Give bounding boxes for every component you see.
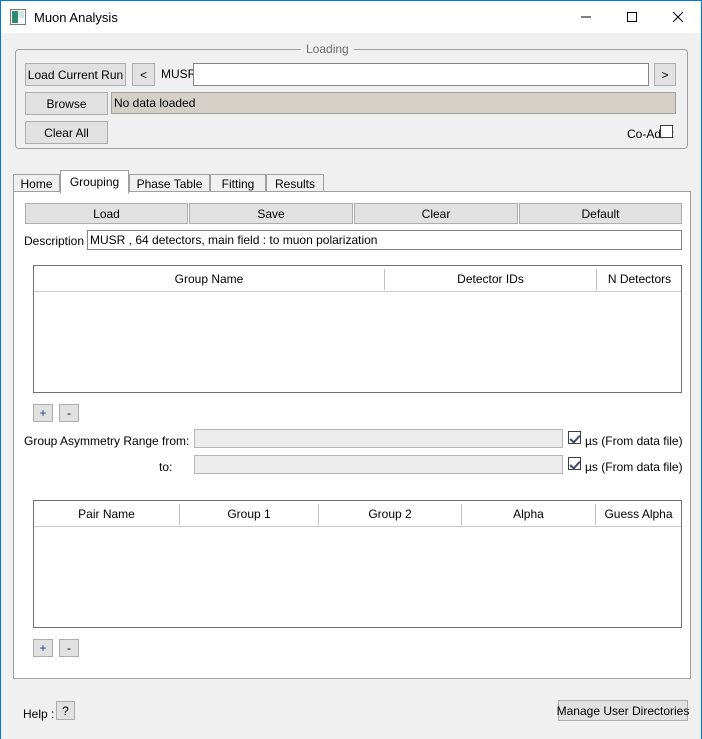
maximize-icon — [626, 11, 638, 23]
description-input[interactable]: MUSR , 64 detectors, main field : to muo… — [87, 230, 682, 250]
group-table[interactable]: Group Name Detector IDs N Detectors — [33, 265, 682, 393]
pair-table-col-alpha[interactable]: Alpha — [462, 501, 595, 526]
previous-run-button[interactable]: < — [132, 63, 155, 86]
asymmetry-from-from-data-file-checkbox[interactable] — [568, 431, 581, 444]
grouping-save-button[interactable]: Save — [189, 203, 353, 224]
tab-strip: Home Grouping Phase Table Fitting Result… — [13, 170, 691, 192]
grouping-tab-page: Load Save Clear Default Description : MU… — [13, 191, 691, 679]
clear-all-button[interactable]: Clear All — [25, 121, 108, 144]
browse-button[interactable]: Browse — [25, 92, 108, 115]
group-table-header: Group Name Detector IDs N Detectors — [34, 266, 681, 292]
asymmetry-from-label: Group Asymmetry Range from: — [24, 434, 189, 448]
group-remove-button[interactable]: - — [59, 404, 79, 422]
pair-remove-button[interactable]: - — [59, 639, 79, 657]
instrument-label: MUSR — [161, 67, 196, 81]
group-table-col-n-detectors[interactable]: N Detectors — [597, 266, 682, 291]
group-table-col-detector-ids[interactable]: Detector IDs — [385, 266, 596, 291]
manage-user-directories-button[interactable]: Manage User Directories — [558, 700, 688, 721]
asymmetry-to-from-data-file-checkbox[interactable] — [568, 457, 581, 470]
pair-table-col-group-2[interactable]: Group 2 — [319, 501, 461, 526]
help-label: Help : — [23, 707, 54, 721]
grouping-default-button[interactable]: Default — [519, 203, 682, 224]
maximize-button[interactable] — [609, 2, 655, 33]
pair-table-col-group-1[interactable]: Group 1 — [180, 501, 318, 526]
window-title: Muon Analysis — [34, 10, 563, 25]
minimize-button[interactable] — [563, 2, 609, 33]
next-run-button[interactable]: > — [654, 63, 676, 86]
pair-table-header: Pair Name Group 1 Group 2 Alpha Guess Al… — [34, 501, 681, 527]
asymmetry-to-unit-label: µs (From data file) — [585, 460, 683, 474]
pair-table-col-guess-alpha[interactable]: Guess Alpha — [596, 501, 681, 526]
run-number-input[interactable] — [193, 63, 649, 86]
co-add-checkbox[interactable] — [660, 125, 673, 138]
load-status-field: No data loaded — [111, 92, 676, 114]
asymmetry-from-unit-label: µs (From data file) — [585, 434, 683, 448]
pair-table[interactable]: Pair Name Group 1 Group 2 Alpha Guess Al… — [33, 500, 682, 628]
tab-grouping[interactable]: Grouping — [60, 170, 129, 194]
application-window: Muon Analysis Loading Load Current Run <… — [0, 0, 702, 739]
group-table-col-group-name[interactable]: Group Name — [34, 266, 384, 291]
app-icon — [10, 9, 26, 25]
footer-bar: Help : ? Manage User Directories — [1, 679, 701, 739]
grouping-load-button[interactable]: Load — [25, 203, 188, 224]
minimize-icon — [580, 11, 592, 23]
close-icon — [672, 11, 684, 23]
title-bar: Muon Analysis — [1, 1, 701, 33]
loading-group-label: Loading — [301, 42, 354, 56]
pair-add-button[interactable]: + — [33, 639, 53, 657]
grouping-clear-button[interactable]: Clear — [354, 203, 518, 224]
close-button[interactable] — [655, 2, 701, 33]
group-add-button[interactable]: + — [33, 404, 53, 422]
asymmetry-from-input[interactable] — [194, 429, 563, 448]
asymmetry-to-label: to: — [159, 460, 172, 474]
pair-table-col-pair-name[interactable]: Pair Name — [34, 501, 179, 526]
help-button[interactable]: ? — [56, 701, 75, 720]
asymmetry-to-input[interactable] — [194, 455, 563, 474]
description-label: Description : — [24, 234, 91, 248]
load-current-run-button[interactable]: Load Current Run — [25, 63, 126, 86]
